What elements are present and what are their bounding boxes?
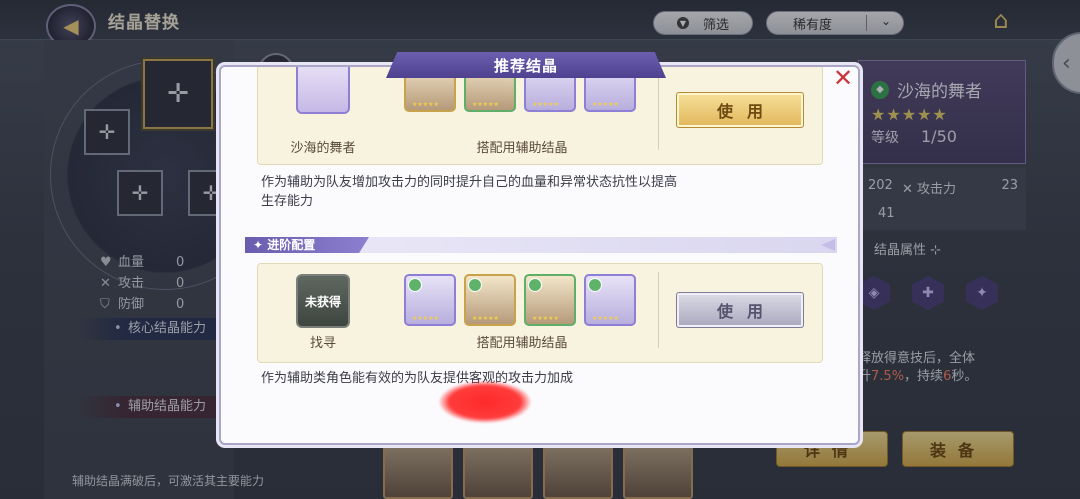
aux-crystal-card[interactable]: ★★★★★ xyxy=(524,274,576,326)
use-button-advanced[interactable]: 使用 xyxy=(676,292,804,328)
character-portrait-locked[interactable]: 未获得 xyxy=(296,274,350,328)
aux-crystal-label: 搭配用辅助结晶 xyxy=(476,141,568,156)
rarity-stars-icon: ★★★★★ xyxy=(472,101,499,108)
recommend-crystal-modal: 沙海的舞者 ★★★★★ ★★★★★ ★★★★★ ★★★★★ 搭配用辅助结晶 使用… xyxy=(219,65,860,445)
advanced-config-text: 进阶配置 xyxy=(267,238,316,252)
config-description: 作为辅助为队友增加攻击力的同时提升自己的血量和异常状态抗性以提高生存能力 xyxy=(261,175,678,209)
divider xyxy=(658,74,659,150)
aux-crystal-card[interactable]: ★★★★★ xyxy=(404,274,456,326)
element-gem-icon xyxy=(588,278,602,292)
rarity-stars-icon: ★★★★★ xyxy=(592,315,619,322)
aux-crystal-card[interactable]: ★★★★★ xyxy=(464,274,516,326)
aux-crystal-card[interactable]: ★★★★★ xyxy=(584,274,636,326)
use-button-basic[interactable]: 使用 xyxy=(676,92,804,128)
config-card-basic: 沙海的舞者 ★★★★★ ★★★★★ ★★★★★ ★★★★★ 搭配用辅助结晶 使用 xyxy=(257,67,823,165)
element-gem-icon xyxy=(468,278,482,292)
aux-crystal-label: 搭配用辅助结晶 xyxy=(476,336,568,351)
character-portrait[interactable] xyxy=(296,67,350,114)
character-label: 沙海的舞者 xyxy=(290,141,356,156)
rarity-stars-icon: ★★★★★ xyxy=(412,315,439,322)
element-gem-icon xyxy=(408,278,422,292)
aux-crystal-set: ★★★★★ ★★★★★ ★★★★★ ★★★★★ xyxy=(404,274,636,326)
rarity-stars-icon: ★★★★★ xyxy=(472,315,499,322)
rarity-stars-icon: ★★★★★ xyxy=(412,101,439,108)
rarity-stars-icon: ★★★★★ xyxy=(532,101,559,108)
advanced-config-label: ✦ 进阶配置 xyxy=(245,237,369,253)
modal-title: 推荐结晶 xyxy=(386,52,666,78)
rarity-stars-icon: ★★★★★ xyxy=(592,101,619,108)
config-card-advanced: 未获得 找寻 ★★★★★ ★★★★★ ★★★★★ ★★★★★ 搭配用辅助结晶 使… xyxy=(257,263,823,363)
rarity-stars-icon: ★★★★★ xyxy=(532,315,559,322)
red-redaction-mark xyxy=(439,381,531,423)
divider xyxy=(658,272,659,348)
character-label: 找寻 xyxy=(309,336,336,351)
element-gem-icon xyxy=(528,278,542,292)
close-icon[interactable]: ✕ xyxy=(832,66,854,90)
